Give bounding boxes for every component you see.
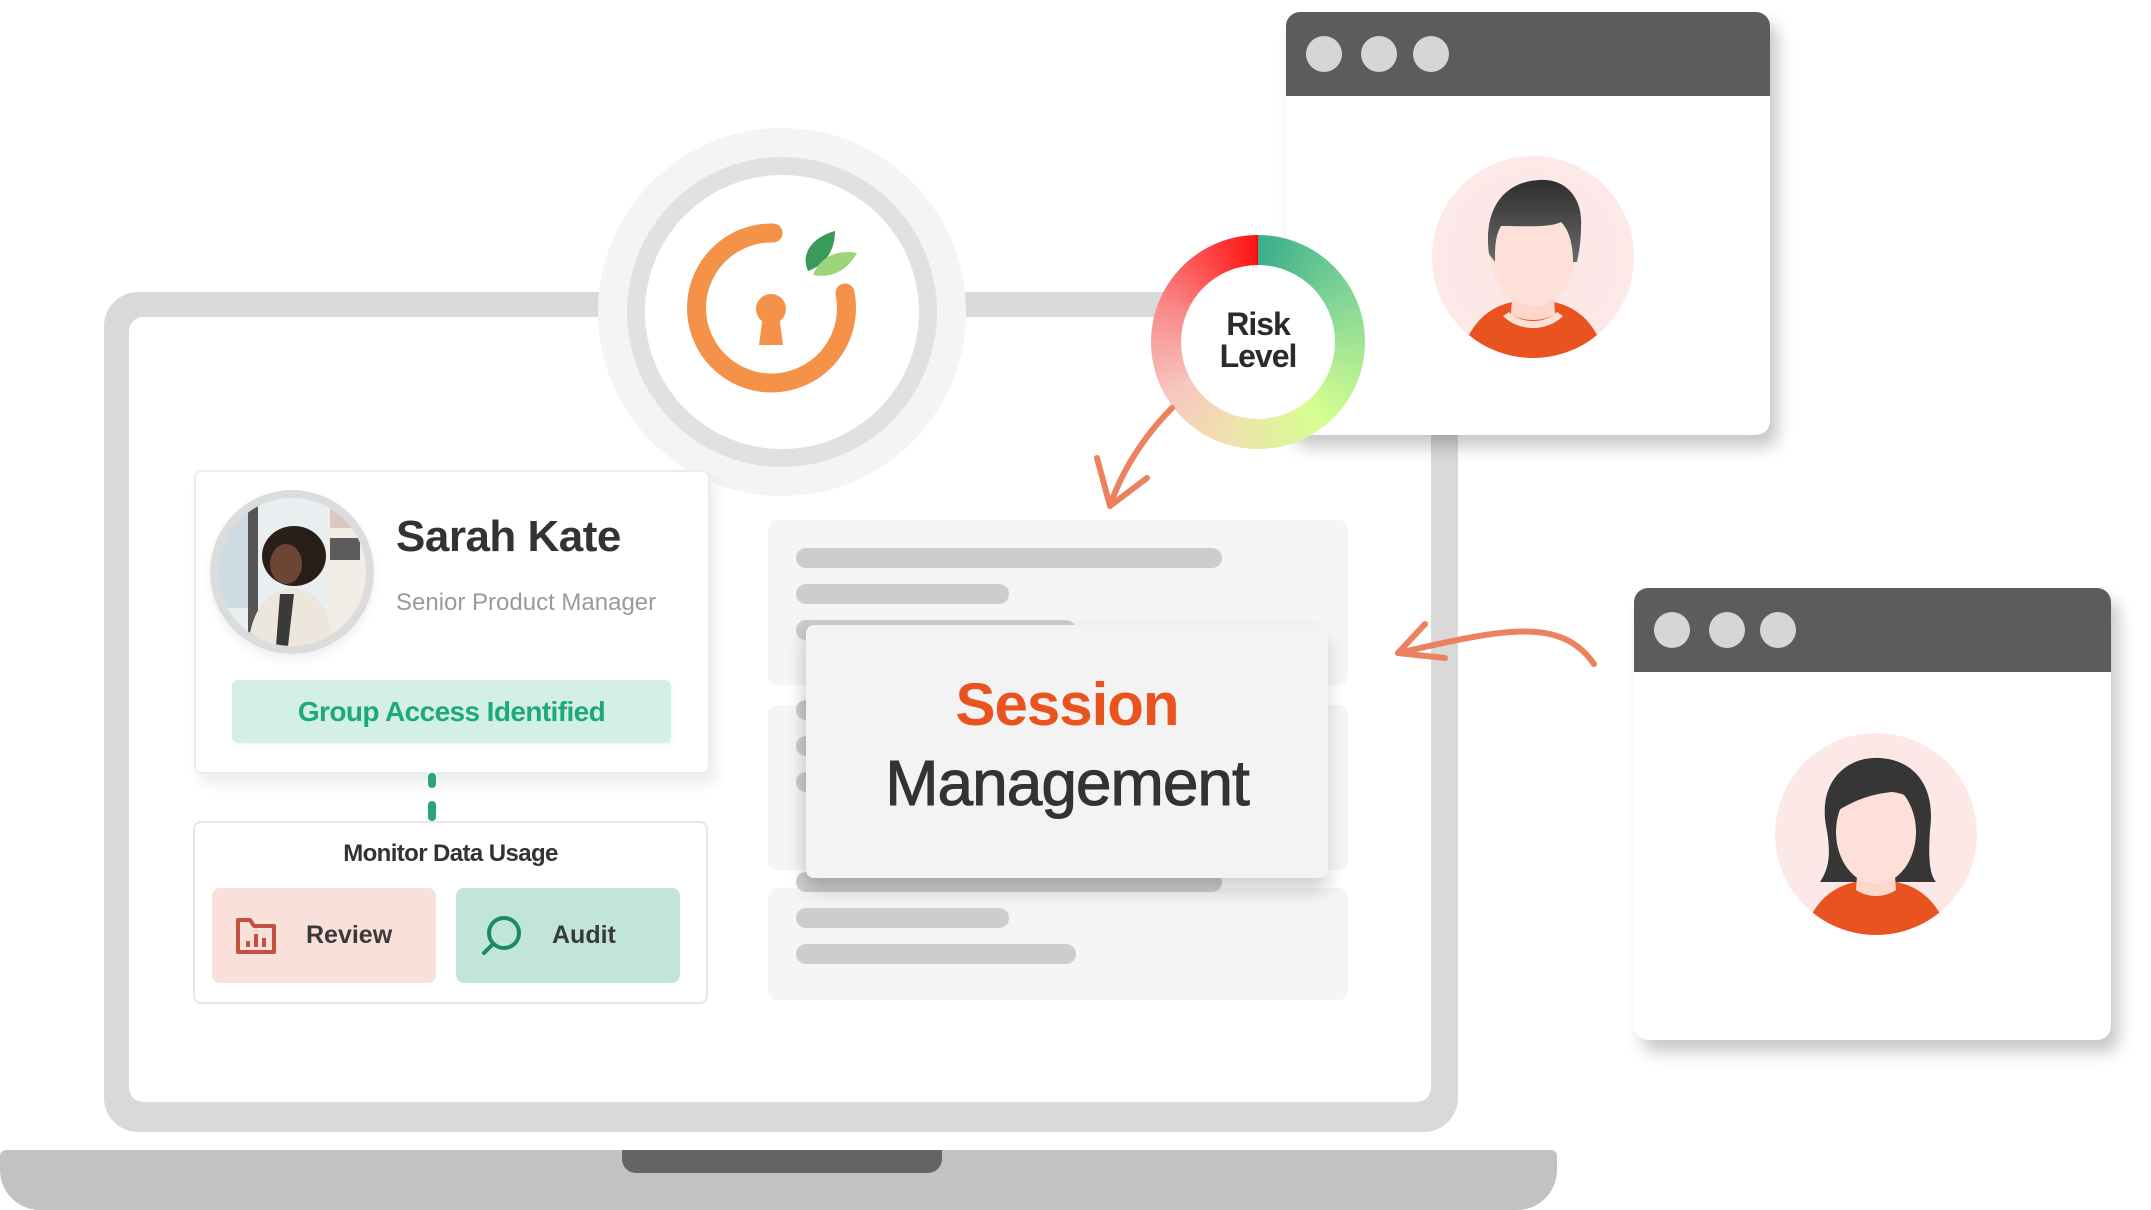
profile-role: Senior Product Manager [396,589,657,616]
user-window-2 [1634,588,2111,1040]
folder-chart-icon [236,917,276,954]
review-button[interactable]: Review [212,888,436,983]
session-title: Session [955,671,1179,738]
keyhole-leaf-logo-icon [687,223,857,393]
profile-name: Sarah Kate [396,512,621,561]
window-dot [1306,36,1342,72]
risk-label-line-1: Risk [1226,306,1291,342]
connector-dash [428,801,436,821]
window-title-bar [1634,588,2111,672]
risk-label-line-2: Level [1219,338,1298,374]
review-label: Review [306,921,393,949]
profile-photo-icon [218,498,366,646]
connector-dash [428,773,436,788]
male-user-avatar-icon [1432,156,1634,358]
window-title-bar [1286,12,1770,96]
placeholder-line [796,548,1222,568]
placeholder-line [796,584,1009,604]
risk-level-label: Risk Level [1181,308,1335,372]
avatar [218,498,366,646]
female-user-avatar-icon [1775,733,1977,935]
window-dot [1709,612,1745,648]
group-access-badge: Group Access Identified [232,680,671,743]
audit-label: Audit [552,921,616,949]
window-dot [1760,612,1796,648]
placeholder-line [796,944,1076,964]
group-access-label: Group Access Identified [297,695,606,727]
audit-button[interactable]: Audit [456,888,680,983]
laptop-notch [622,1150,942,1173]
window-dot [1361,36,1397,72]
search-icon [482,915,521,955]
session-subtitle: Management [885,747,1251,820]
window-dot [1654,612,1690,648]
monitor-title: Monitor Data Usage [343,840,558,867]
window-dot [1413,36,1449,72]
placeholder-line [796,908,1009,928]
